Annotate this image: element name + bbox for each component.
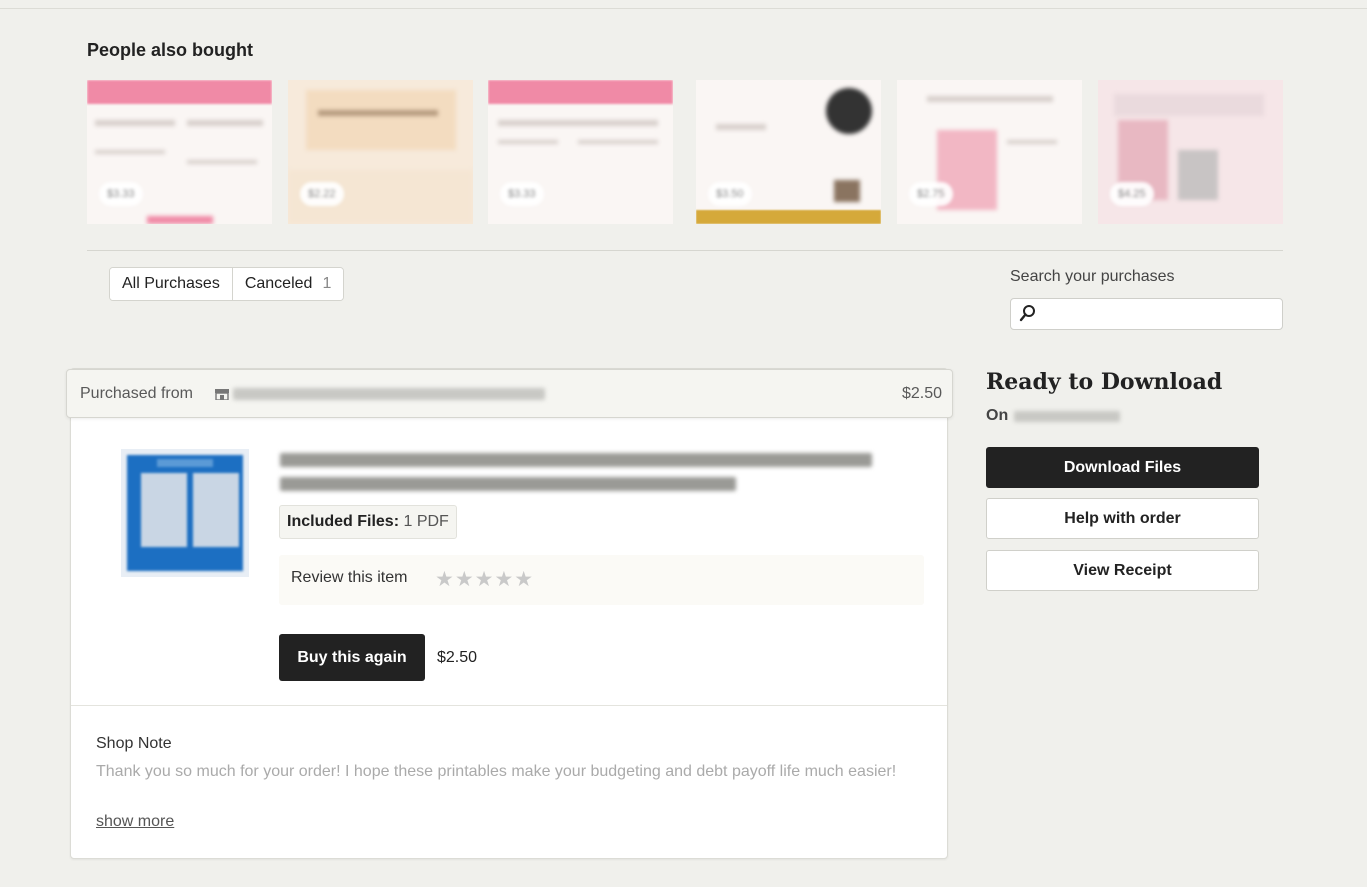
ready-on-label: On xyxy=(986,407,1009,424)
item-thumbnail[interactable] xyxy=(121,449,249,577)
ready-to-download-title: Ready to Download xyxy=(986,369,1223,395)
recommended-item-price: $3.33 xyxy=(500,182,544,206)
card-divider xyxy=(71,705,947,706)
section-divider xyxy=(87,250,1283,251)
top-divider xyxy=(0,8,1367,9)
item-title-link[interactable] xyxy=(280,447,880,495)
review-label: Review this item xyxy=(291,569,408,586)
thumb-header-band xyxy=(488,80,673,104)
recommended-item-price: $2.75 xyxy=(909,182,953,206)
order-header: Purchased from $2.50 xyxy=(66,369,953,418)
buy-again-button[interactable]: Buy this again xyxy=(279,634,425,681)
recommended-item-price: $3.33 xyxy=(99,182,143,206)
search-field[interactable] xyxy=(1010,298,1283,330)
order-total: $2.50 xyxy=(901,385,942,402)
show-more-link[interactable]: show more xyxy=(96,813,174,831)
ready-date xyxy=(1014,411,1120,422)
filter-canceled-label: Canceled xyxy=(244,275,313,292)
shop-note-fade xyxy=(96,783,926,803)
filter-all-label: All Purchases xyxy=(122,275,220,292)
shop-name-link[interactable] xyxy=(233,388,545,400)
included-files-value: 1 PDF xyxy=(403,513,449,530)
search-input[interactable] xyxy=(1043,303,1273,325)
included-files-badge: Included Files: 1 PDF xyxy=(279,505,457,539)
recommended-item-6[interactable]: $4.25 xyxy=(1098,80,1283,224)
recommended-item-4[interactable]: $3.50 xyxy=(696,80,881,224)
view-receipt-button[interactable]: View Receipt xyxy=(986,550,1259,591)
recommended-item-price: $3.50 xyxy=(708,182,752,206)
thumb-footer-band xyxy=(696,210,881,224)
people-also-bought-title: People also bought xyxy=(87,40,254,60)
canceled-count: 1 xyxy=(322,275,332,292)
review-box: Review this item ★★★★★ xyxy=(279,555,924,605)
item-thumbnail-image xyxy=(127,455,243,571)
star-rating-icon[interactable]: ★★★★★ xyxy=(435,567,534,592)
help-with-order-button[interactable]: Help with order xyxy=(986,498,1259,539)
order-card: Purchased from $2.50 Included Files: 1 P… xyxy=(66,368,953,859)
search-icon xyxy=(1019,305,1035,322)
thumb-header-band xyxy=(87,80,272,104)
recommended-item-5[interactable]: $2.75 xyxy=(897,80,1082,224)
filter-all-purchases[interactable]: All Purchases xyxy=(110,268,233,300)
recommended-item-price: $2.22 xyxy=(300,182,344,206)
shop-icon xyxy=(215,389,229,400)
buy-again-price: $2.50 xyxy=(437,649,478,666)
recommended-item-3[interactable]: $3.33 xyxy=(488,80,673,224)
filter-canceled[interactable]: Canceled 1 xyxy=(232,268,344,300)
recommended-item-price: $4.25 xyxy=(1110,182,1154,206)
item-title-line xyxy=(280,477,736,491)
recommended-item-1[interactable]: $3.33 xyxy=(87,80,272,224)
recommended-item-2[interactable]: $2.22 xyxy=(288,80,473,224)
included-files-label: Included Files: xyxy=(287,513,400,530)
download-files-button[interactable]: Download Files xyxy=(986,447,1259,488)
search-label: Search your purchases xyxy=(1010,268,1175,285)
people-also-bought-carousel: $3.33 $2.22 $3.33 $3.50 $2.75 $4.25 xyxy=(87,80,1283,224)
purchased-from-label: Purchased from xyxy=(80,385,193,402)
item-title-line xyxy=(280,453,872,467)
shop-note-title: Shop Note xyxy=(96,735,172,752)
purchase-filter-group: All Purchases Canceled 1 xyxy=(109,267,345,301)
